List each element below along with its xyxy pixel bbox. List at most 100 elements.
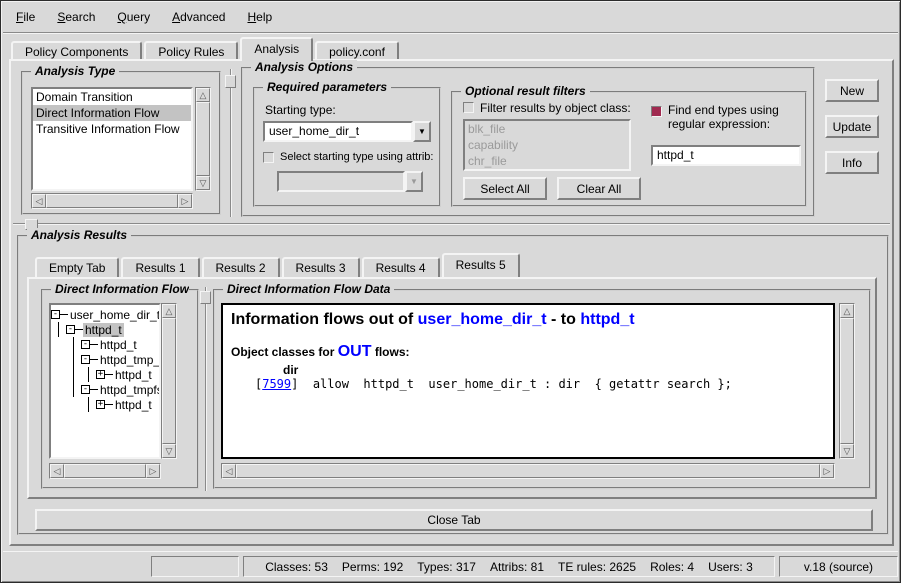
tree-node-label[interactable]: httpd_t bbox=[98, 338, 139, 352]
chevron-down-icon: ▼ bbox=[405, 171, 423, 192]
flow-tree-hscrollbar[interactable]: ◁ ▷ bbox=[49, 463, 161, 479]
scroll-down-icon[interactable]: ▽ bbox=[162, 444, 176, 458]
scroll-down-icon[interactable]: ▽ bbox=[196, 176, 210, 190]
flow-tree-vscrollbar[interactable]: △ ▽ bbox=[161, 303, 177, 459]
scroll-thumb[interactable] bbox=[196, 102, 210, 176]
sash-handle[interactable] bbox=[225, 75, 236, 88]
expand-icon[interactable]: + bbox=[96, 370, 105, 379]
tree-node[interactable]: - httpd_t bbox=[51, 322, 159, 337]
tree-node-label[interactable]: httpd_tmpfs_t bbox=[98, 383, 161, 397]
tab-results-3[interactable]: Results 3 bbox=[282, 257, 360, 277]
scroll-thumb[interactable] bbox=[64, 464, 146, 478]
attrib-checkbox[interactable] bbox=[263, 152, 274, 163]
close-tab-button[interactable]: Close Tab bbox=[35, 509, 873, 531]
results-sash-vertical[interactable] bbox=[205, 287, 207, 491]
tab-results-2[interactable]: Results 2 bbox=[202, 257, 280, 277]
list-item[interactable]: Domain Transition bbox=[33, 89, 191, 105]
scroll-up-icon[interactable]: △ bbox=[162, 304, 176, 318]
filter-object-class-checkbox[interactable] bbox=[463, 102, 474, 113]
flow-data-textarea[interactable]: Information flows out of user_home_dir_t… bbox=[221, 303, 835, 459]
stat-attribs: Attribs: 81 bbox=[490, 560, 544, 574]
new-button[interactable]: New bbox=[825, 79, 879, 102]
flow-tree[interactable]: - user_home_dir_t - httpd_t - httpd_t bbox=[49, 303, 161, 459]
update-button[interactable]: Update bbox=[825, 115, 879, 138]
scroll-thumb[interactable] bbox=[46, 194, 178, 208]
scroll-up-icon[interactable]: △ bbox=[196, 88, 210, 102]
scroll-right-icon[interactable]: ▷ bbox=[820, 464, 834, 478]
collapse-icon[interactable]: - bbox=[66, 325, 75, 334]
flow-data-hscrollbar[interactable]: ◁ ▷ bbox=[221, 463, 835, 479]
to-type: httpd_t bbox=[580, 311, 634, 328]
tree-node[interactable]: + httpd_t bbox=[51, 367, 159, 382]
status-box-empty bbox=[151, 556, 239, 577]
select-all-button[interactable]: Select All bbox=[463, 177, 547, 200]
tab-policy-rules[interactable]: Policy Rules bbox=[144, 41, 238, 61]
menu-search[interactable]: Search bbox=[46, 6, 106, 28]
analysis-type-listbox[interactable]: Domain Transition Direct Information Flo… bbox=[31, 87, 193, 191]
pane-sash-vertical[interactable] bbox=[230, 69, 232, 217]
analysis-type-hscrollbar[interactable]: ◁ ▷ bbox=[31, 193, 193, 209]
tree-node-label[interactable]: user_home_dir_t bbox=[68, 308, 161, 322]
chevron-down-icon[interactable]: ▼ bbox=[413, 121, 431, 142]
pane-sash-horizontal[interactable] bbox=[13, 223, 890, 225]
tab-policy-components[interactable]: Policy Components bbox=[11, 41, 142, 61]
collapse-icon[interactable]: - bbox=[81, 385, 90, 394]
analysis-page: Analysis Type Domain Transition Direct I… bbox=[9, 59, 894, 546]
tab-results-5[interactable]: Results 5 bbox=[442, 253, 520, 277]
required-parameters-frame: Required parameters Starting type: user_… bbox=[253, 87, 441, 207]
tree-node-label[interactable]: httpd_tmp_t bbox=[98, 353, 161, 367]
tab-results-1[interactable]: Results 1 bbox=[121, 257, 199, 277]
list-item[interactable]: Transitive Information Flow bbox=[33, 121, 191, 137]
collapse-icon[interactable]: - bbox=[81, 355, 90, 364]
scroll-thumb[interactable] bbox=[236, 464, 820, 478]
scroll-thumb[interactable] bbox=[840, 318, 854, 444]
object-class-item: capability bbox=[465, 137, 629, 153]
tree-node[interactable]: - httpd_tmp_t bbox=[51, 352, 159, 367]
scroll-left-icon[interactable]: ◁ bbox=[32, 194, 46, 208]
scroll-left-icon[interactable]: ◁ bbox=[50, 464, 64, 478]
tree-node-label[interactable]: httpd_t bbox=[113, 368, 154, 382]
result-heading: Information flows out of user_home_dir_t… bbox=[231, 311, 825, 329]
expand-icon[interactable]: + bbox=[96, 400, 105, 409]
filter-checkbox-row: Filter results by object class: bbox=[463, 101, 631, 115]
scroll-thumb[interactable] bbox=[162, 318, 176, 444]
list-item-selected[interactable]: Direct Information Flow bbox=[33, 105, 191, 121]
rule-id-link[interactable]: 7599 bbox=[262, 377, 291, 391]
collapse-icon[interactable]: - bbox=[51, 310, 60, 319]
clear-all-button[interactable]: Clear All bbox=[557, 177, 641, 200]
regex-input[interactable]: httpd_t bbox=[651, 145, 801, 166]
tree-node[interactable]: - user_home_dir_t bbox=[51, 307, 159, 322]
menu-file[interactable]: File bbox=[5, 6, 46, 28]
menu-advanced[interactable]: Advanced bbox=[161, 6, 236, 28]
attrib-checkbox-label: Select starting type using attrib: bbox=[280, 151, 433, 163]
flow-data-vscrollbar[interactable]: △ ▽ bbox=[839, 303, 855, 459]
optional-filters-title: Optional result filters bbox=[461, 84, 590, 98]
scroll-right-icon[interactable]: ▷ bbox=[178, 194, 192, 208]
info-button[interactable]: Info bbox=[825, 151, 879, 174]
scroll-right-icon[interactable]: ▷ bbox=[146, 464, 160, 478]
tree-node[interactable]: - httpd_t bbox=[51, 337, 159, 352]
menu-help[interactable]: Help bbox=[236, 6, 283, 28]
analysis-type-vscrollbar[interactable]: △ ▽ bbox=[195, 87, 211, 191]
regex-checkbox-checked[interactable] bbox=[651, 106, 662, 117]
scroll-down-icon[interactable]: ▽ bbox=[840, 444, 854, 458]
tree-node-label[interactable]: httpd_t bbox=[113, 398, 154, 412]
tab-policy-conf[interactable]: policy.conf bbox=[315, 41, 399, 61]
regex-checkbox-label: Find end types using regular expression: bbox=[668, 103, 803, 131]
tree-node[interactable]: + httpd_t bbox=[51, 397, 159, 412]
tab-results-4[interactable]: Results 4 bbox=[362, 257, 440, 277]
tab-empty[interactable]: Empty Tab bbox=[35, 257, 119, 277]
scroll-up-icon[interactable]: △ bbox=[840, 304, 854, 318]
tab-analysis[interactable]: Analysis bbox=[240, 37, 313, 61]
optional-filters-frame: Optional result filters Filter results b… bbox=[451, 91, 807, 207]
starting-type-combobox[interactable]: user_home_dir_t ▼ bbox=[263, 121, 431, 142]
tree-node-label-selected[interactable]: httpd_t bbox=[83, 323, 124, 337]
tree-node[interactable]: - httpd_tmpfs_t bbox=[51, 382, 159, 397]
starting-type-value[interactable]: user_home_dir_t bbox=[263, 121, 413, 142]
collapse-icon[interactable]: - bbox=[81, 340, 90, 349]
sash-handle[interactable] bbox=[200, 291, 211, 304]
scroll-left-icon[interactable]: ◁ bbox=[222, 464, 236, 478]
menu-query[interactable]: Query bbox=[106, 6, 161, 28]
flow-data-title: Direct Information Flow Data bbox=[223, 282, 394, 296]
object-class-name: dir bbox=[283, 363, 825, 377]
